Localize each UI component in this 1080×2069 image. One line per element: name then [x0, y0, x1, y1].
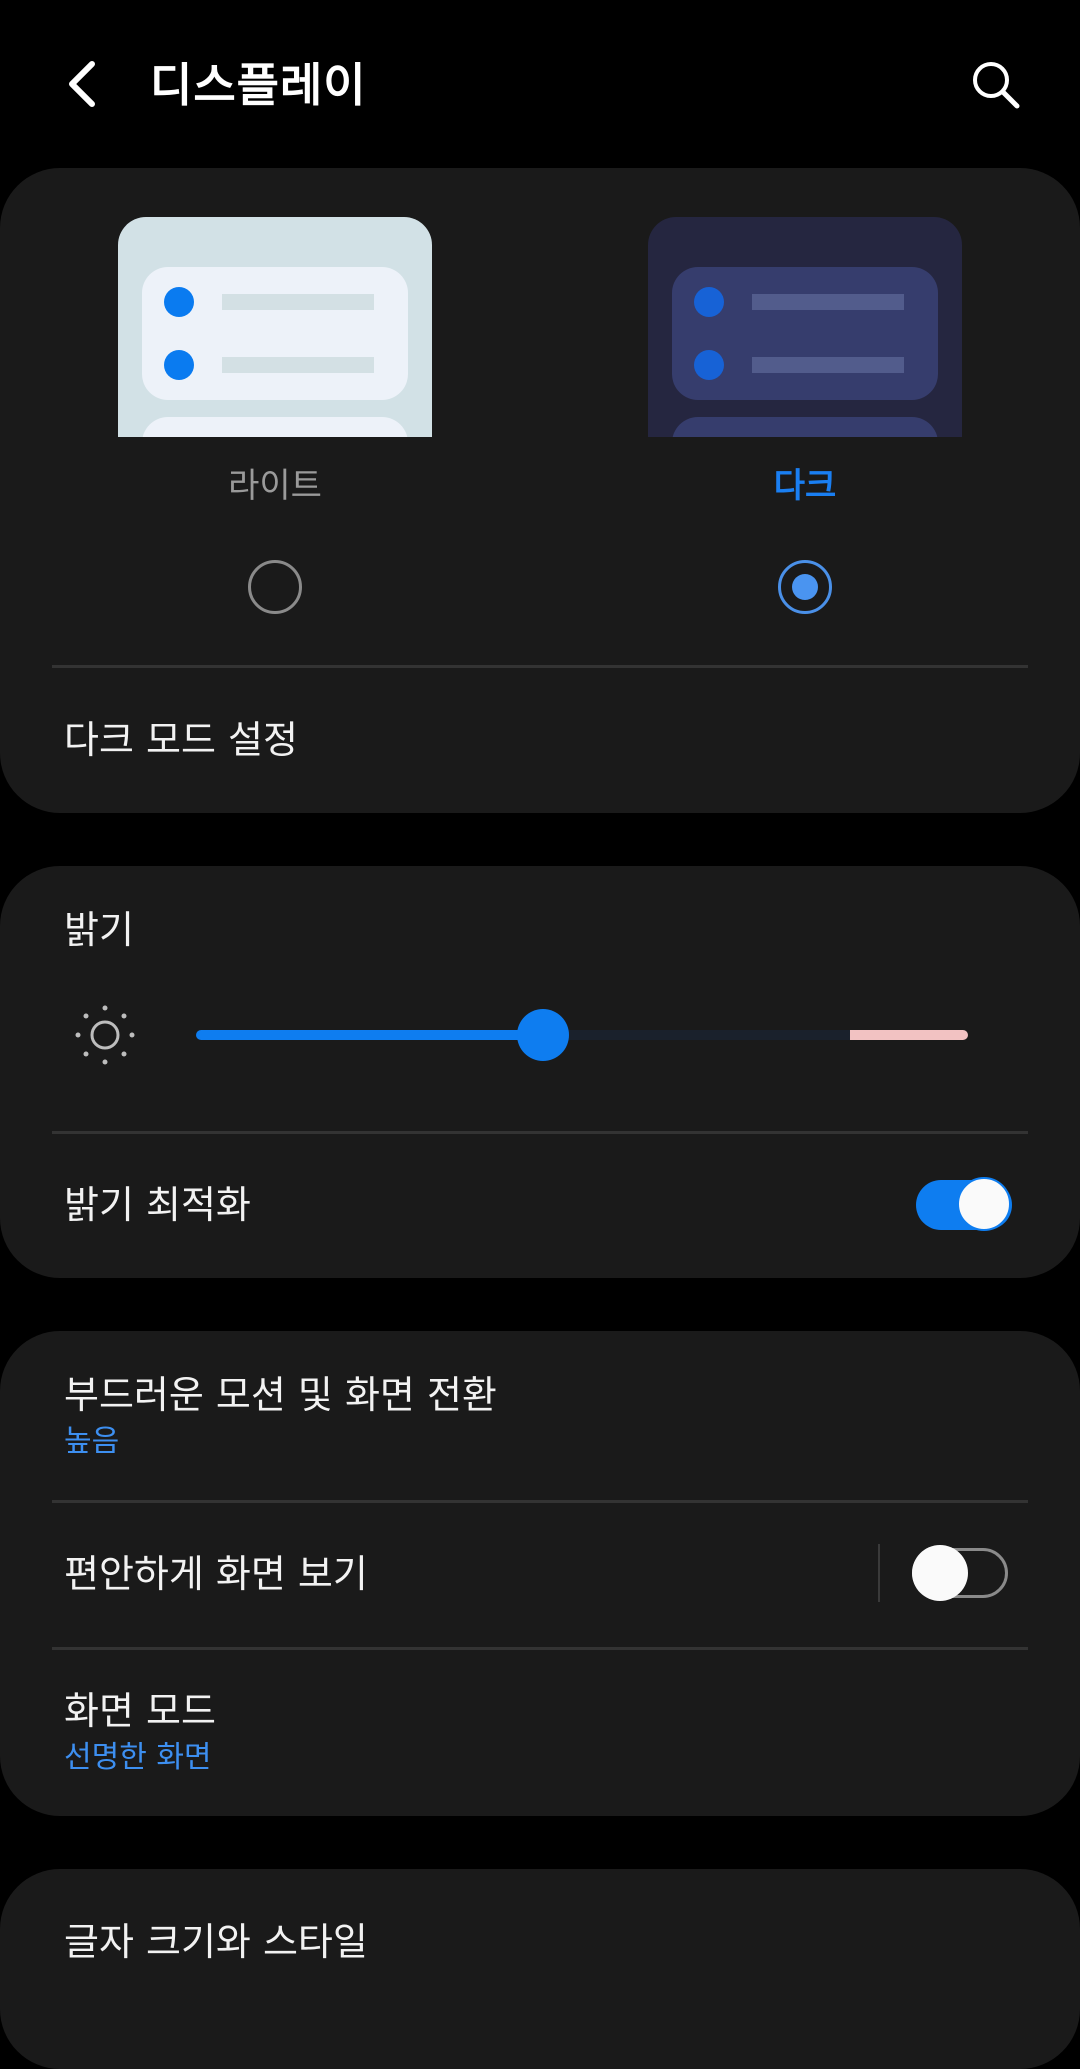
eye-comfort-toggle[interactable]	[912, 1545, 1008, 1601]
brightness-title: 밝기	[64, 908, 134, 952]
toggle-knob	[957, 1177, 1011, 1231]
font-size-style-label: 글자 크기와 스타일	[64, 1920, 368, 1964]
screen-mode-value: 선명한 화면	[64, 1740, 212, 1775]
brightness-track	[543, 1030, 850, 1040]
dark-theme-radio[interactable]	[778, 560, 832, 614]
sun-icon	[75, 1005, 135, 1065]
adaptive-brightness-toggle[interactable]	[916, 1177, 1012, 1231]
preview-line	[222, 357, 374, 373]
motion-smoothness-value: 높음	[64, 1424, 120, 1459]
brightness-slider[interactable]	[196, 1005, 968, 1065]
toggle-knob	[912, 1545, 968, 1601]
preview-card	[142, 267, 408, 400]
preview-line	[752, 294, 904, 310]
preview-dot	[164, 350, 194, 380]
page-title: 디스플레이	[150, 58, 367, 112]
brightness-slider-thumb[interactable]	[517, 1009, 569, 1061]
dark-theme-preview[interactable]	[648, 217, 962, 437]
preview-dot	[694, 287, 724, 317]
preview-dot	[164, 287, 194, 317]
preview-card	[672, 417, 938, 437]
brightness-track-fill	[196, 1030, 543, 1040]
eye-comfort-label: 편안하게 화면 보기	[64, 1552, 368, 1596]
dark-mode-settings-label: 다크 모드 설정	[64, 718, 298, 762]
preview-card	[142, 417, 408, 437]
screen-mode-label: 화면 모드	[64, 1689, 216, 1733]
search-icon	[973, 62, 1020, 109]
radio-selected-dot	[792, 574, 818, 600]
chevron-left-icon	[69, 61, 95, 107]
preview-line	[752, 357, 904, 373]
dark-theme-label: 다크	[773, 466, 837, 506]
adaptive-brightness-label: 밝기 최적화	[64, 1183, 251, 1227]
light-theme-radio[interactable]	[248, 560, 302, 614]
back-button[interactable]	[48, 44, 120, 124]
light-theme-preview[interactable]	[118, 217, 432, 437]
preview-dot	[694, 350, 724, 380]
preview-line	[222, 294, 374, 310]
vertical-separator	[878, 1544, 880, 1602]
brightness-high-zone	[850, 1030, 968, 1040]
preview-card	[672, 267, 938, 400]
motion-smoothness-label: 부드러운 모션 및 화면 전환	[64, 1373, 497, 1417]
search-button[interactable]	[960, 44, 1032, 124]
light-theme-label: 라이트	[228, 466, 322, 506]
